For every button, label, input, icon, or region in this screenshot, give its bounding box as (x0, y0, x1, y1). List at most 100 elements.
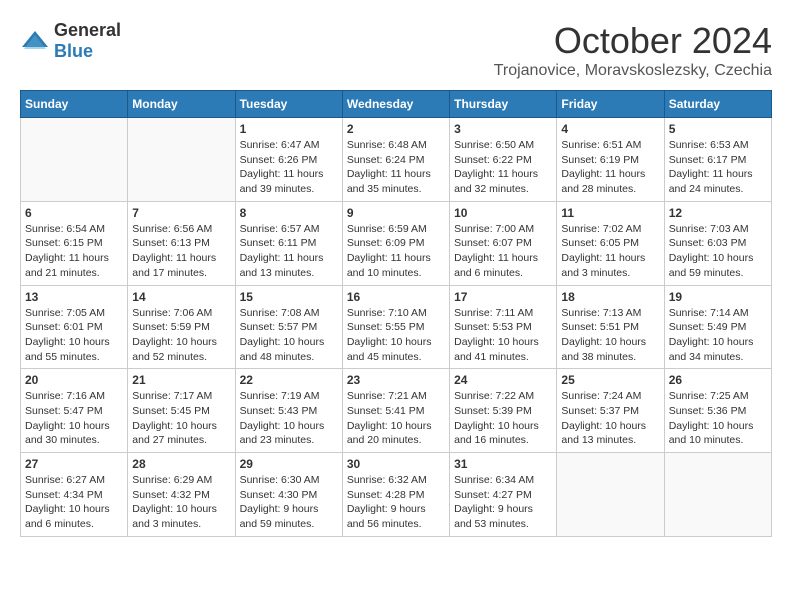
day-info: Sunrise: 7:05 AMSunset: 6:01 PMDaylight:… (25, 306, 123, 365)
day-number: 14 (132, 290, 230, 304)
calendar-cell: 2 Sunrise: 6:48 AMSunset: 6:24 PMDaylight… (342, 118, 449, 202)
calendar-cell: 28 Sunrise: 6:29 AMSunset: 4:32 PMDayligh… (128, 453, 235, 537)
day-info: Sunrise: 7:16 AMSunset: 5:47 PMDaylight:… (25, 389, 123, 448)
day-number: 13 (25, 290, 123, 304)
day-number: 28 (132, 457, 230, 471)
day-number: 20 (25, 373, 123, 387)
logo-text: General Blue (54, 20, 121, 62)
day-number: 25 (561, 373, 659, 387)
day-number: 19 (669, 290, 767, 304)
day-info: Sunrise: 6:51 AMSunset: 6:19 PMDaylight:… (561, 138, 659, 197)
day-info: Sunrise: 7:08 AMSunset: 5:57 PMDaylight:… (240, 306, 338, 365)
calendar-cell: 24 Sunrise: 7:22 AMSunset: 5:39 PMDayligh… (450, 369, 557, 453)
day-info: Sunrise: 6:47 AMSunset: 6:26 PMDaylight:… (240, 138, 338, 197)
calendar-week-row: 1 Sunrise: 6:47 AMSunset: 6:26 PMDaylight… (21, 118, 772, 202)
day-info: Sunrise: 6:56 AMSunset: 6:13 PMDaylight:… (132, 222, 230, 281)
calendar-cell: 19Sunrise: 7:14 AMSunset: 5:49 PMDayligh… (664, 285, 771, 369)
weekday-header-saturday: Saturday (664, 91, 771, 118)
calendar-cell: 10 Sunrise: 7:00 AMSunset: 6:07 PMDayligh… (450, 201, 557, 285)
location-title: Trojanovice, Moravskoslezsky, Czechia (494, 62, 772, 80)
calendar-week-row: 27 Sunrise: 6:27 AMSunset: 4:34 PMDayligh… (21, 453, 772, 537)
calendar-cell: 3 Sunrise: 6:50 AMSunset: 6:22 PMDaylight… (450, 118, 557, 202)
page-header: General Blue October 2024 Trojanovice, M… (20, 20, 772, 80)
calendar-cell: 14Sunrise: 7:06 AMSunset: 5:59 PMDayligh… (128, 285, 235, 369)
day-info: Sunrise: 7:17 AMSunset: 5:45 PMDaylight:… (132, 389, 230, 448)
calendar-cell: 7 Sunrise: 6:56 AMSunset: 6:13 PMDaylight… (128, 201, 235, 285)
calendar-cell (557, 453, 664, 537)
day-number: 1 (240, 122, 338, 136)
day-info: Sunrise: 7:02 AMSunset: 6:05 PMDaylight:… (561, 222, 659, 281)
calendar-cell (664, 453, 771, 537)
day-number: 10 (454, 206, 552, 220)
day-info: Sunrise: 7:11 AMSunset: 5:53 PMDaylight:… (454, 306, 552, 365)
day-info: Sunrise: 7:10 AMSunset: 5:55 PMDaylight:… (347, 306, 445, 365)
day-number: 11 (561, 206, 659, 220)
calendar-cell: 29 Sunrise: 6:30 AMSunset: 4:30 PMDayligh… (235, 453, 342, 537)
day-number: 9 (347, 206, 445, 220)
calendar-cell: 20 Sunrise: 7:16 AMSunset: 5:47 PMDayligh… (21, 369, 128, 453)
calendar-cell: 13 Sunrise: 7:05 AMSunset: 6:01 PMDayligh… (21, 285, 128, 369)
day-number: 27 (25, 457, 123, 471)
calendar-cell: 15 Sunrise: 7:08 AMSunset: 5:57 PMDayligh… (235, 285, 342, 369)
calendar-cell: 12Sunrise: 7:03 AMSunset: 6:03 PMDayligh… (664, 201, 771, 285)
day-number: 3 (454, 122, 552, 136)
calendar-cell: 9 Sunrise: 6:59 AMSunset: 6:09 PMDaylight… (342, 201, 449, 285)
day-info: Sunrise: 7:03 AMSunset: 6:03 PMDaylight:… (669, 222, 767, 281)
day-number: 15 (240, 290, 338, 304)
day-number: 22 (240, 373, 338, 387)
calendar-cell: 22 Sunrise: 7:19 AMSunset: 5:43 PMDayligh… (235, 369, 342, 453)
day-number: 26 (669, 373, 767, 387)
calendar-cell: 31 Sunrise: 6:34 AMSunset: 4:27 PMDayligh… (450, 453, 557, 537)
day-number: 29 (240, 457, 338, 471)
day-number: 16 (347, 290, 445, 304)
day-info: Sunrise: 6:27 AMSunset: 4:34 PMDaylight:… (25, 473, 123, 532)
day-info: Sunrise: 6:57 AMSunset: 6:11 PMDaylight:… (240, 222, 338, 281)
month-title: October 2024 (494, 20, 772, 62)
calendar-cell (128, 118, 235, 202)
day-number: 30 (347, 457, 445, 471)
calendar-cell: 23Sunrise: 7:21 AMSunset: 5:41 PMDayligh… (342, 369, 449, 453)
calendar-cell: 30Sunrise: 6:32 AMSunset: 4:28 PMDayligh… (342, 453, 449, 537)
weekday-header-row: SundayMondayTuesdayWednesdayThursdayFrid… (21, 91, 772, 118)
day-info: Sunrise: 7:22 AMSunset: 5:39 PMDaylight:… (454, 389, 552, 448)
calendar-table: SundayMondayTuesdayWednesdayThursdayFrid… (20, 90, 772, 537)
day-info: Sunrise: 6:30 AMSunset: 4:30 PMDaylight:… (240, 473, 338, 532)
day-info: Sunrise: 7:24 AMSunset: 5:37 PMDaylight:… (561, 389, 659, 448)
calendar-cell: 18Sunrise: 7:13 AMSunset: 5:51 PMDayligh… (557, 285, 664, 369)
day-info: Sunrise: 6:48 AMSunset: 6:24 PMDaylight:… (347, 138, 445, 197)
day-info: Sunrise: 7:19 AMSunset: 5:43 PMDaylight:… (240, 389, 338, 448)
day-info: Sunrise: 6:29 AMSunset: 4:32 PMDaylight:… (132, 473, 230, 532)
calendar-week-row: 13 Sunrise: 7:05 AMSunset: 6:01 PMDayligh… (21, 285, 772, 369)
day-number: 31 (454, 457, 552, 471)
calendar-cell: 27 Sunrise: 6:27 AMSunset: 4:34 PMDayligh… (21, 453, 128, 537)
calendar-week-row: 6Sunrise: 6:54 AMSunset: 6:15 PMDaylight… (21, 201, 772, 285)
weekday-header-wednesday: Wednesday (342, 91, 449, 118)
calendar-cell: 26 Sunrise: 7:25 AMSunset: 5:36 PMDayligh… (664, 369, 771, 453)
day-info: Sunrise: 6:53 AMSunset: 6:17 PMDaylight:… (669, 138, 767, 197)
title-block: October 2024 Trojanovice, Moravskoslezsk… (494, 20, 772, 80)
day-info: Sunrise: 7:00 AMSunset: 6:07 PMDaylight:… (454, 222, 552, 281)
weekday-header-sunday: Sunday (21, 91, 128, 118)
logo: General Blue (20, 20, 121, 62)
day-number: 24 (454, 373, 552, 387)
calendar-cell: 16 Sunrise: 7:10 AMSunset: 5:55 PMDayligh… (342, 285, 449, 369)
day-number: 2 (347, 122, 445, 136)
day-info: Sunrise: 7:21 AMSunset: 5:41 PMDaylight:… (347, 389, 445, 448)
day-info: Sunrise: 6:50 AMSunset: 6:22 PMDaylight:… (454, 138, 552, 197)
logo-blue: Blue (54, 41, 93, 61)
day-info: Sunrise: 7:25 AMSunset: 5:36 PMDaylight:… (669, 389, 767, 448)
day-info: Sunrise: 6:59 AMSunset: 6:09 PMDaylight:… (347, 222, 445, 281)
day-number: 7 (132, 206, 230, 220)
day-info: Sunrise: 6:54 AMSunset: 6:15 PMDaylight:… (25, 222, 123, 281)
weekday-header-friday: Friday (557, 91, 664, 118)
weekday-header-monday: Monday (128, 91, 235, 118)
calendar-cell: 25 Sunrise: 7:24 AMSunset: 5:37 PMDayligh… (557, 369, 664, 453)
calendar-cell: 1 Sunrise: 6:47 AMSunset: 6:26 PMDaylight… (235, 118, 342, 202)
day-info: Sunrise: 7:13 AMSunset: 5:51 PMDaylight:… (561, 306, 659, 365)
calendar-cell: 6Sunrise: 6:54 AMSunset: 6:15 PMDaylight… (21, 201, 128, 285)
calendar-cell: 11 Sunrise: 7:02 AMSunset: 6:05 PMDayligh… (557, 201, 664, 285)
calendar-cell: 4Sunrise: 6:51 AMSunset: 6:19 PMDaylight… (557, 118, 664, 202)
day-number: 8 (240, 206, 338, 220)
logo-icon (20, 29, 50, 53)
day-info: Sunrise: 6:34 AMSunset: 4:27 PMDaylight:… (454, 473, 552, 532)
